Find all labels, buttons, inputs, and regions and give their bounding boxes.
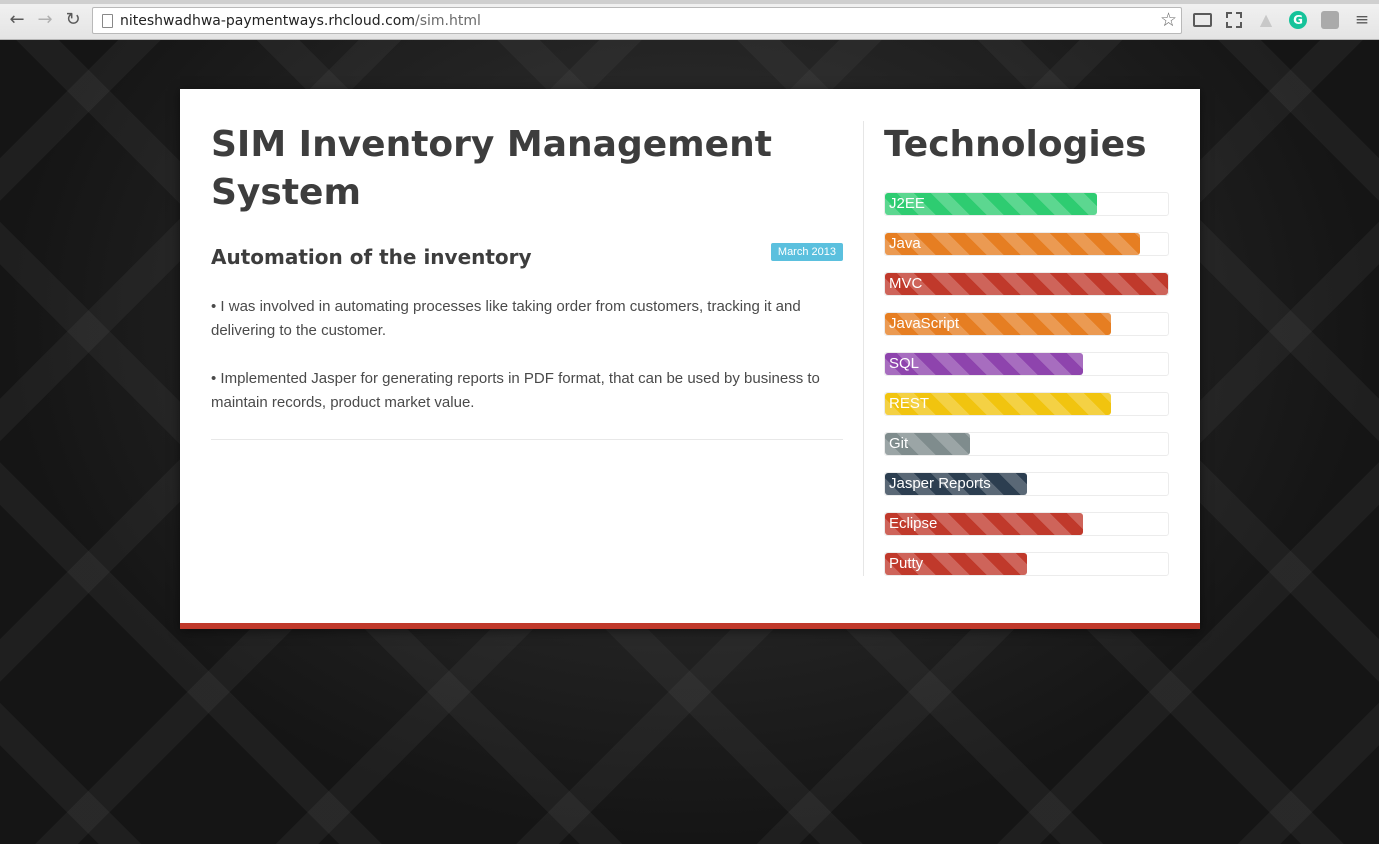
skill-bar: Putty	[884, 552, 1169, 576]
back-icon[interactable]: ←	[6, 9, 28, 31]
project-subtitle: Automation of the inventory	[211, 245, 532, 269]
skill-list: J2EE Java MVC JavaScript SQL REST Git Ja…	[884, 192, 1169, 576]
skill-label: MVC	[889, 275, 923, 292]
grammarly-icon[interactable]: G	[1289, 11, 1307, 29]
skill-label: Putty	[889, 555, 924, 572]
forward-icon[interactable]: →	[34, 9, 56, 31]
extension-icon[interactable]	[1321, 11, 1339, 29]
cast-icon[interactable]	[1193, 13, 1212, 27]
skill-label: SQL	[889, 355, 920, 372]
url-text[interactable]: niteshwadhwa-paymentways.rhcloud.com/sim…	[120, 13, 481, 29]
section-divider	[211, 439, 843, 440]
subheading-row: Automation of the inventory March 2013	[211, 243, 843, 273]
skill-fill	[885, 273, 1168, 295]
drive-extension-icon[interactable]: ▲	[1257, 11, 1275, 29]
technologies-title: Technologies	[884, 124, 1147, 165]
skill-label: Java	[889, 235, 921, 252]
skill-label: Git	[889, 435, 909, 452]
project-title: SIM Inventory Management System	[211, 124, 772, 213]
project-bullet: • Implemented Jasper for generating repo…	[211, 370, 820, 411]
skill-bar: Git	[884, 432, 1169, 456]
technologies-panel: Technologies J2EE Java MVC JavaScript SQ…	[884, 121, 1169, 592]
project-card: SIM Inventory Management System Automati…	[180, 89, 1200, 629]
skill-bar: Eclipse	[884, 512, 1169, 536]
column-divider	[863, 121, 864, 576]
screenshot-extension-icon[interactable]	[1226, 12, 1242, 28]
bookmark-star-icon[interactable]: ☆	[1160, 9, 1177, 31]
skill-label: J2EE	[889, 195, 925, 212]
skill-bar: REST	[884, 392, 1169, 416]
skill-fill	[885, 233, 1140, 255]
address-bar[interactable]: niteshwadhwa-paymentways.rhcloud.com/sim…	[92, 7, 1182, 34]
url-host: niteshwadhwa-paymentways.rhcloud.com	[120, 13, 415, 29]
date-badge: March 2013	[770, 243, 843, 261]
skill-bar: MVC	[884, 272, 1169, 296]
browser-toolbar: ← → ↻ niteshwadhwa-paymentways.rhcloud.c…	[0, 0, 1379, 40]
project-bullet: • I was involved in automating processes…	[211, 298, 801, 339]
skill-bar: Jasper Reports	[884, 472, 1169, 496]
project-details: SIM Inventory Management System Automati…	[211, 121, 843, 440]
chrome-menu-icon[interactable]: ≡	[1353, 11, 1371, 29]
skill-bar: JavaScript	[884, 312, 1169, 336]
url-path: /sim.html	[414, 13, 481, 29]
skill-label: Eclipse	[889, 515, 938, 532]
skill-bar: Java	[884, 232, 1169, 256]
skill-label: Jasper Reports	[889, 475, 991, 492]
page-icon	[102, 14, 113, 28]
skill-bar: J2EE	[884, 192, 1169, 216]
tab-strip	[0, 0, 1379, 4]
reload-icon[interactable]: ↻	[62, 9, 84, 31]
skill-label: REST	[889, 395, 930, 412]
skill-label: JavaScript	[889, 315, 960, 332]
skill-bar: SQL	[884, 352, 1169, 376]
